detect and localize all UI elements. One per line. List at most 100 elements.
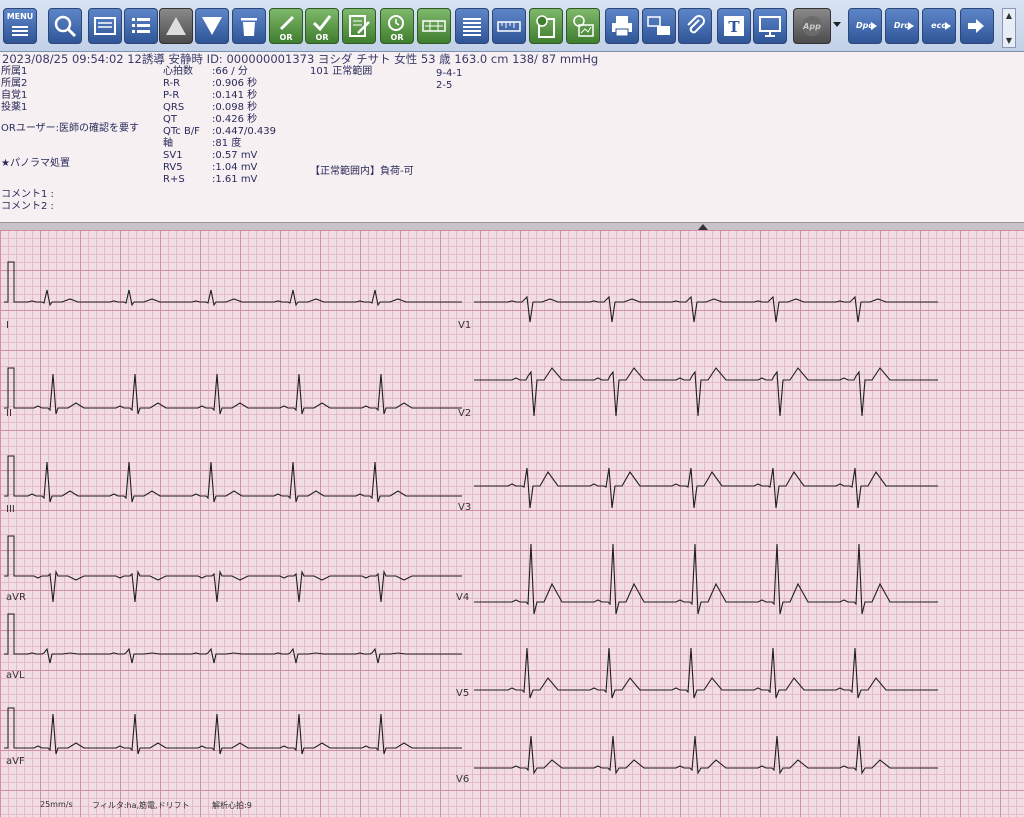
analyzed-beats: 解析心拍:9 [212,801,252,810]
code-1: 9-4-1 [436,68,463,79]
triangle-down-icon [202,17,222,35]
clock-chart-button[interactable] [566,8,600,44]
measure-value: :0.098 秒 [212,102,258,113]
app-label: App [803,22,821,31]
printer-icon [612,16,632,37]
ecg-trace-ii [18,373,462,415]
menu-label: MENU [6,12,34,21]
ecg-trace-iii [18,461,462,503]
scroll-up-icon[interactable]: ▲ [1003,11,1015,20]
ecg-trace-avr [18,570,462,603]
affiliation-2: 所属2 [1,78,28,89]
measure-label: 軸 [163,138,173,149]
ecg-trace-v2 [474,367,938,417]
measure-value: :0.447/0.439 [212,126,276,137]
ecg-trace-avf-calibration [4,707,18,749]
measure-value: :0.906 秒 [212,78,258,89]
lead-label-v6: V6 [456,774,470,785]
measure-label: RV5 [163,162,183,173]
app-button[interactable]: App [793,8,831,44]
check-or-button[interactable]: OR [305,8,339,44]
measure-label: R+S [163,174,185,185]
ecg-trace-i [18,289,462,307]
card-icon [94,17,116,35]
measure-label: 心拍数 [163,66,193,77]
grid-compare-button[interactable] [417,8,451,44]
up-button[interactable] [159,8,193,44]
edit-or-button[interactable]: OR [269,8,303,44]
down-button[interactable] [195,8,229,44]
ecg-trace-avr-calibration [4,535,18,577]
list-icon [132,18,150,33]
code-2: 2-5 [436,80,453,91]
ecg-trace-avl-calibration [4,613,18,655]
print-button[interactable] [605,8,639,44]
medication-1: 投薬1 [1,102,28,113]
or-user-note: ORユーザー:医師の確認を要す [1,123,139,134]
search-icon [54,15,77,38]
clock-document-icon [536,15,555,38]
card-button[interactable] [88,8,122,44]
measure-value: :81 度 [212,138,242,149]
app-dropdown-arrow-icon[interactable] [833,22,841,27]
monitor-icon [759,16,781,37]
measure-label: QT [163,114,177,125]
measure-label: R-R [163,78,181,89]
delete-button[interactable] [232,8,266,44]
dpq-button[interactable]: Dpq [848,8,882,44]
lead-label-avl: aVL [6,670,25,681]
ecg-trace-i-calibration [4,261,18,303]
lead-label-v3: V3 [458,502,472,513]
eco-button[interactable]: eco [922,8,956,44]
ecg-trace-v5 [474,647,938,699]
check-or-label: OR [315,33,329,42]
lead-label-v4: V4 [456,592,470,603]
ecg-waveforms [4,261,938,775]
clock-or-button[interactable]: OR [380,8,414,44]
lead-label-v2: V2 [458,408,472,419]
ecg-trace-avf [18,713,462,755]
measure-label: QRS [163,102,185,113]
clock-document-button[interactable] [529,8,563,44]
lead-label-v1: V1 [458,320,472,331]
export-icon [968,19,984,33]
measure-label: P-R [163,90,180,101]
panorama-note: ★パノラマ処置 [1,158,70,169]
search-button[interactable] [48,8,82,44]
monitor-button[interactable] [753,8,787,44]
measure-value: :0.426 秒 [212,114,258,125]
ruler-icon [497,21,521,32]
measure-value: :1.61 mV [212,174,258,185]
ecg-trace-v1 [474,295,938,323]
ecg-trace-iii-calibration [4,455,18,497]
dpq-label: Dpq [855,21,875,30]
filter-settings: フィルタ:ha,筋電,ドリフト [92,801,190,810]
paperclip-icon [687,15,705,34]
document-edit-button[interactable] [342,8,376,44]
text-button[interactable]: T [717,8,751,44]
toolbar-scrollbar[interactable]: ▲ ▼ [1002,8,1016,48]
scroll-down-icon[interactable]: ▼ [1003,36,1015,45]
ecg-trace-v3 [474,467,938,509]
lead-label-avr: aVR [6,592,26,603]
ecg-trace-v4 [474,543,938,615]
menu-button[interactable]: MENU [3,8,37,44]
measure-value: :66 / 分 [212,66,248,77]
lines-button[interactable] [455,8,489,44]
transfer-print-button[interactable] [642,8,676,44]
measure-value: :1.04 mV [212,162,258,173]
summary-finding: 【正常範囲内】負荷-可 [310,166,414,177]
measure-value: :0.57 mV [212,150,258,161]
drq-label: Drq [893,21,911,30]
triangle-up-icon [166,17,186,35]
measure-value: :0.141 秒 [212,90,258,101]
list-button[interactable] [124,8,158,44]
ruler-button[interactable] [492,8,526,44]
attach-button[interactable] [678,8,712,44]
export-button[interactable] [960,8,994,44]
lead-label-iii: III [6,504,15,515]
ecg-trace-v6 [474,735,938,775]
drq-button[interactable]: Drq [885,8,919,44]
clock-or-label: OR [390,33,404,42]
symptom-1: 自覚1 [1,90,28,101]
